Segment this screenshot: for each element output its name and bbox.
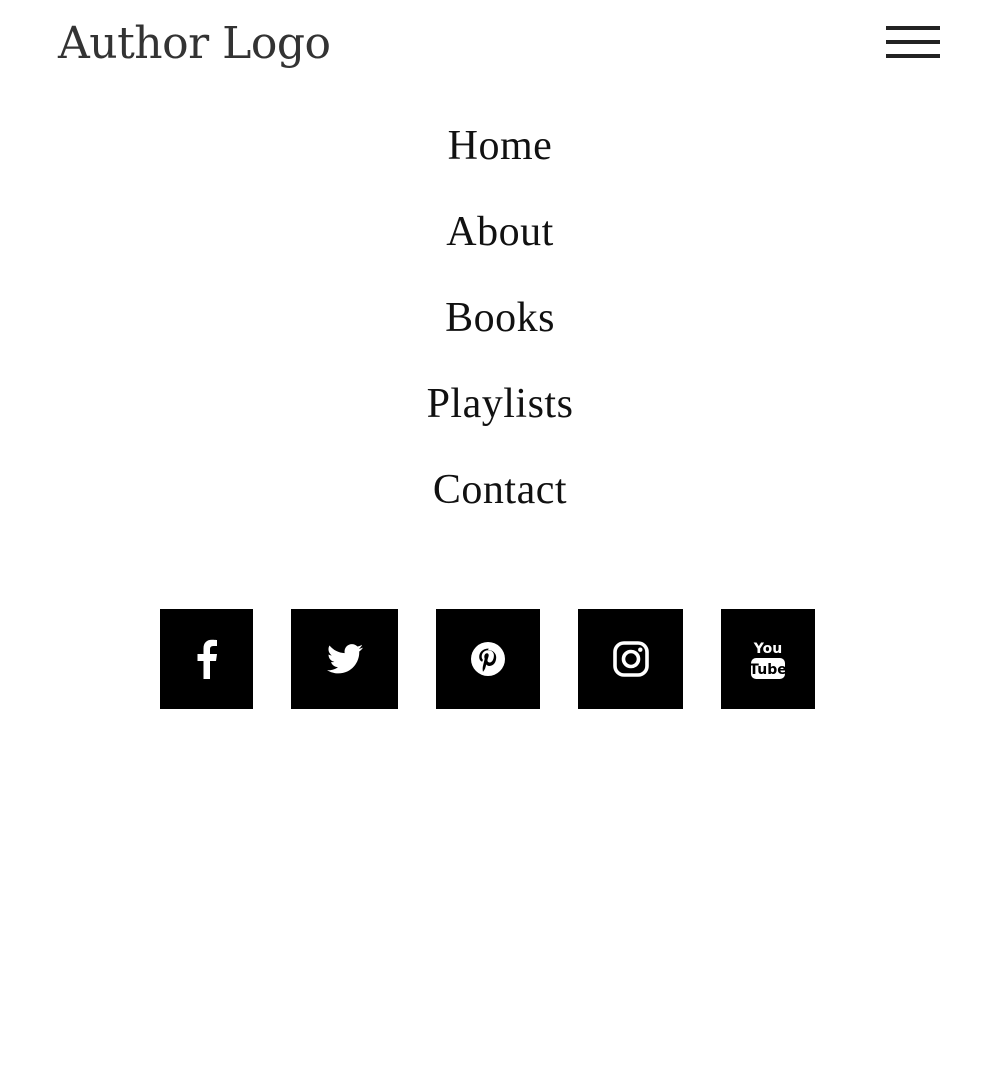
hamburger-bar [886, 40, 940, 44]
hamburger-bar [886, 26, 940, 30]
nav-item-home: Home [0, 114, 984, 200]
youtube-icon-text-bottom: Tube [750, 662, 786, 678]
pinterest-icon [471, 642, 505, 676]
nav-link-playlists[interactable]: Playlists [427, 381, 574, 427]
nav-item-about: About [0, 200, 984, 286]
site-logo[interactable]: Author Logo [58, 14, 331, 74]
hamburger-menu-button[interactable] [886, 26, 940, 58]
nav-item-contact: Contact [0, 458, 984, 544]
facebook-link[interactable] [160, 609, 253, 709]
youtube-icon-text-top: You [753, 641, 782, 657]
nav-link-about[interactable]: About [446, 209, 554, 255]
twitter-link[interactable] [291, 609, 398, 709]
nav-item-books: Books [0, 286, 984, 372]
hamburger-bar [886, 54, 940, 58]
instagram-link[interactable] [578, 609, 683, 709]
youtube-icon: You Tube [750, 641, 786, 679]
nav-link-books[interactable]: Books [445, 295, 555, 341]
instagram-icon [612, 641, 649, 677]
main-navigation: Home About Books Playlists Contact [0, 114, 984, 544]
social-links: You Tube [0, 609, 984, 709]
youtube-link[interactable]: You Tube [721, 609, 815, 709]
facebook-icon [197, 639, 217, 679]
twitter-icon [326, 644, 363, 674]
pinterest-link[interactable] [436, 609, 540, 709]
nav-item-playlists: Playlists [0, 372, 984, 458]
nav-link-home[interactable]: Home [448, 123, 553, 169]
nav-link-contact[interactable]: Contact [433, 467, 567, 513]
